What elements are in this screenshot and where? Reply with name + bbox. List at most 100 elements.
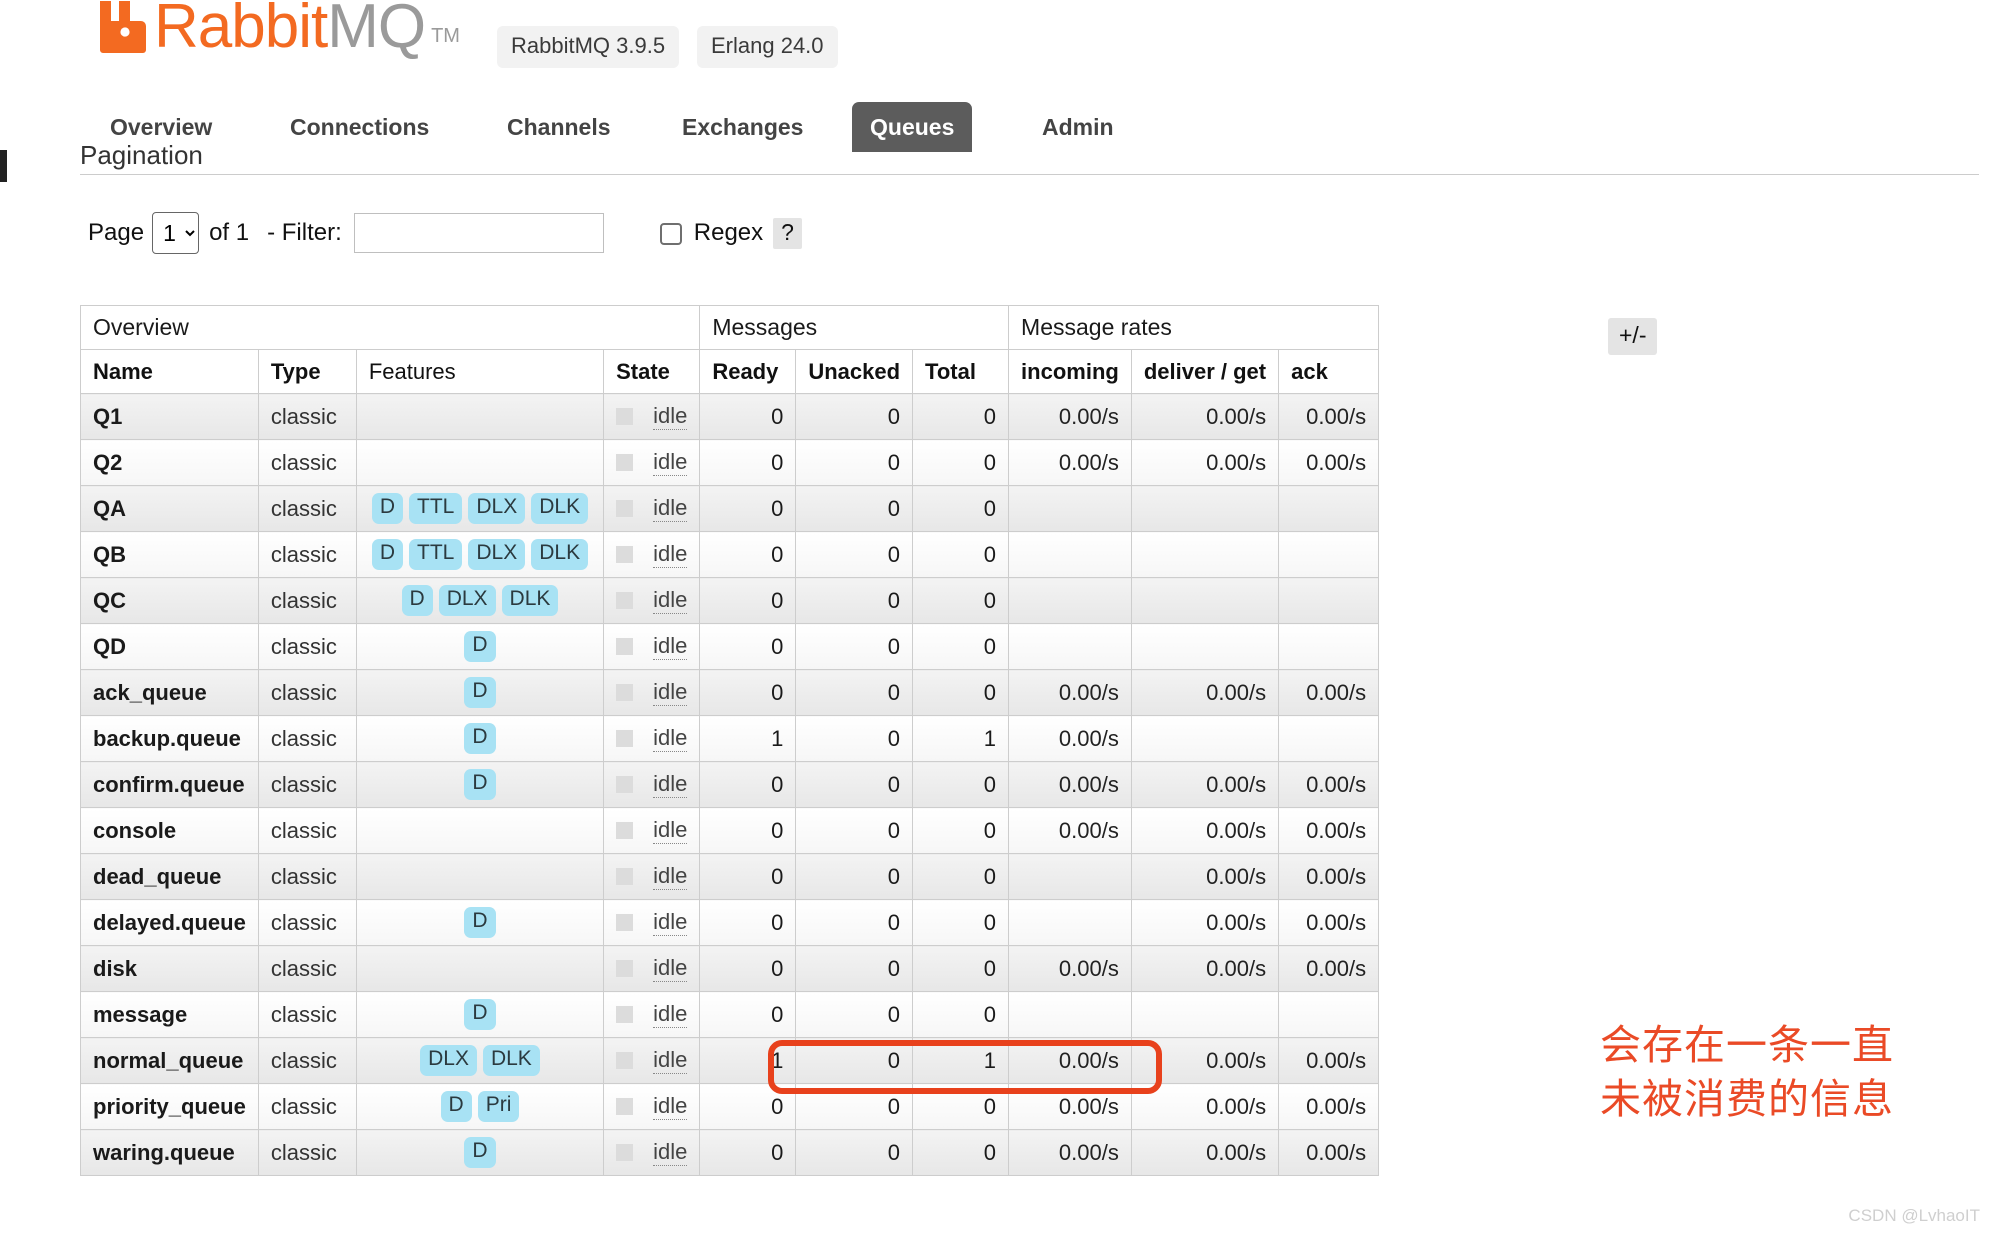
queues-table-wrap: Overview Messages Message rates Name Typ…	[79, 305, 1380, 1176]
rate-deliver-get-cell: 0.00/s	[1130, 1129, 1280, 1176]
messages-ready-cell: 1	[699, 1037, 797, 1084]
rabbitmq-logo[interactable]: RabbitMQ TM	[96, 0, 460, 58]
queue-type-cell: classic	[257, 807, 357, 854]
rate-incoming-cell: 0.00/s	[1008, 1037, 1132, 1084]
queue-name-cell[interactable]: QB	[80, 531, 259, 578]
feature-badge-dlk: DLK	[531, 493, 589, 524]
rate-ack-cell: 0.00/s	[1278, 439, 1380, 486]
regex-checkbox[interactable]	[659, 223, 682, 245]
queue-features-cell: D	[355, 761, 605, 808]
queue-name-cell[interactable]: confirm.queue	[80, 761, 259, 808]
table-row[interactable]: ack_queue classic Didle 0 0 0 0.00/s 0.00/s 0.00…	[80, 669, 1380, 716]
queue-name-cell[interactable]: QC	[80, 577, 259, 624]
table-row[interactable]: dead_queue classic idle 0 0 0 0.00/s 0.00/s	[80, 853, 1380, 900]
table-row[interactable]: disk classic idle 0 0 0 0.00/s 0.00/s 0.00/s	[80, 945, 1380, 992]
table-row[interactable]: Q2 classic idle 0 0 0 0.00/s 0.00/s 0.00/s	[80, 439, 1380, 486]
erlang-version-badge: Erlang 24.0	[697, 26, 838, 68]
queue-name-cell[interactable]: QA	[80, 485, 259, 532]
queue-name-cell[interactable]: Q2	[80, 439, 259, 486]
feature-badges: D Pri	[438, 1091, 523, 1122]
messages-total-cell: 0	[912, 623, 1010, 670]
state-label: idle	[653, 955, 688, 982]
state-swatch-icon	[616, 960, 634, 977]
queue-name-cell[interactable]: QD	[80, 623, 259, 670]
filter-controls: Page 1 of 1 - Filter: Regex ?	[88, 212, 802, 254]
col-header-name[interactable]: Name	[80, 349, 259, 394]
table-row[interactable]: delayed.queue classic Didle 0 0 0 0.00/s 0.00/s	[80, 899, 1380, 946]
state-label: idle	[653, 587, 688, 614]
messages-unacked-cell: 0	[795, 761, 914, 808]
state-swatch-icon	[616, 730, 634, 747]
col-header-ready[interactable]: Ready	[699, 349, 797, 394]
queue-state-cell: idle	[603, 531, 701, 578]
col-header-ack[interactable]: ack	[1278, 349, 1380, 394]
queue-type-cell: classic	[257, 623, 357, 670]
filter-input[interactable]	[353, 213, 604, 253]
queue-state-cell: idle	[603, 853, 701, 900]
col-header-state[interactable]: State	[603, 349, 701, 394]
state-indicator: idle	[616, 863, 688, 890]
table-row[interactable]: QD classic Didle 0 0 0	[80, 623, 1380, 670]
col-header-incoming[interactable]: incoming	[1008, 349, 1132, 394]
table-row[interactable]: Q1 classic idle 0 0 0 0.00/s 0.00/s 0.00/s	[80, 393, 1380, 440]
queue-type-cell: classic	[257, 577, 357, 624]
queues-table: Overview Messages Message rates Name Typ…	[79, 305, 1380, 1176]
messages-ready-cell: 0	[699, 577, 797, 624]
queue-features-cell: D TTL DLX DLK	[355, 531, 605, 578]
queue-name-cell[interactable]: backup.queue	[80, 715, 259, 762]
table-row[interactable]: backup.queue classic Didle 1 0 1 0.00/s	[80, 715, 1380, 762]
state-indicator: idle	[616, 1093, 688, 1120]
table-row[interactable]: console classic idle 0 0 0 0.00/s 0.00/s 0.00/s	[80, 807, 1380, 854]
queue-name-cell[interactable]: normal_queue	[80, 1037, 259, 1084]
messages-unacked-cell: 0	[795, 807, 914, 854]
queue-state-cell: idle	[603, 1037, 701, 1084]
queue-name-cell[interactable]: priority_queue	[80, 1083, 259, 1130]
state-swatch-icon	[616, 408, 634, 425]
table-row[interactable]: normal_queue classic DLX DLK idle 1 0 1 0.00/s 0.…	[80, 1037, 1380, 1084]
feature-badges: D	[461, 907, 498, 938]
regex-help-icon[interactable]: ?	[773, 217, 802, 249]
messages-ready-cell: 0	[699, 439, 797, 486]
table-row[interactable]: QA classic D TTL DLX DLK idle 0 0 0	[80, 485, 1380, 532]
table-row[interactable]: message classic Didle 0 0 0	[80, 991, 1380, 1038]
page-select[interactable]: 1	[152, 212, 200, 254]
feature-badge-dlk: DLK	[531, 539, 589, 570]
table-row[interactable]: confirm.queue classic Didle 0 0 0 0.00/s 0.00/s…	[80, 761, 1380, 808]
queue-features-cell: D	[355, 899, 605, 946]
filter-label: - Filter:	[267, 219, 342, 246]
rate-deliver-get-cell: 0.00/s	[1130, 669, 1280, 716]
queue-name-cell[interactable]: Q1	[80, 393, 259, 440]
queue-state-cell: idle	[603, 669, 701, 716]
queue-features-cell	[355, 945, 605, 992]
col-header-unacked[interactable]: Unacked	[795, 349, 914, 394]
queue-name-cell[interactable]: console	[80, 807, 259, 854]
table-row[interactable]: priority_queue classic D Pri idle 0 0 0 0.00/s 0.…	[80, 1083, 1380, 1130]
queue-name-cell[interactable]: disk	[80, 945, 259, 992]
queue-name-cell[interactable]: dead_queue	[80, 853, 259, 900]
queue-name-cell[interactable]: waring.queue	[80, 1129, 259, 1176]
page-label: Page	[88, 219, 145, 246]
feature-badge-d: D	[464, 907, 496, 938]
toggle-columns-button[interactable]: +/-	[1608, 318, 1658, 355]
queue-state-cell: idle	[603, 485, 701, 532]
state-indicator: idle	[616, 495, 688, 522]
queue-name-cell[interactable]: ack_queue	[80, 669, 259, 716]
messages-total-cell: 0	[912, 485, 1010, 532]
regex-control: Regex ?	[659, 217, 802, 249]
state-indicator: idle	[616, 909, 688, 936]
col-header-total[interactable]: Total	[912, 349, 1010, 394]
queue-features-cell: D TTL DLX DLK	[355, 485, 605, 532]
col-header-deliver-get[interactable]: deliver / get	[1130, 349, 1280, 394]
table-row[interactable]: QB classic D TTL DLX DLK idle 0 0 0	[80, 531, 1380, 578]
rate-ack-cell: 0.00/s	[1278, 761, 1380, 808]
table-row[interactable]: waring.queue classic Didle 0 0 0 0.00/s 0.00/s 0…	[80, 1129, 1380, 1176]
queue-name-cell[interactable]: delayed.queue	[80, 899, 259, 946]
rate-incoming-cell: 0.00/s	[1008, 761, 1132, 808]
table-row[interactable]: QC classic D DLX DLK idle 0 0 0	[80, 577, 1380, 624]
queue-state-cell: idle	[603, 393, 701, 440]
queue-name-cell[interactable]: message	[80, 991, 259, 1038]
messages-unacked-cell: 0	[795, 485, 914, 532]
state-indicator: idle	[616, 1001, 688, 1028]
col-header-type[interactable]: Type	[257, 349, 357, 394]
feature-badges: D DLX DLK	[399, 585, 562, 616]
